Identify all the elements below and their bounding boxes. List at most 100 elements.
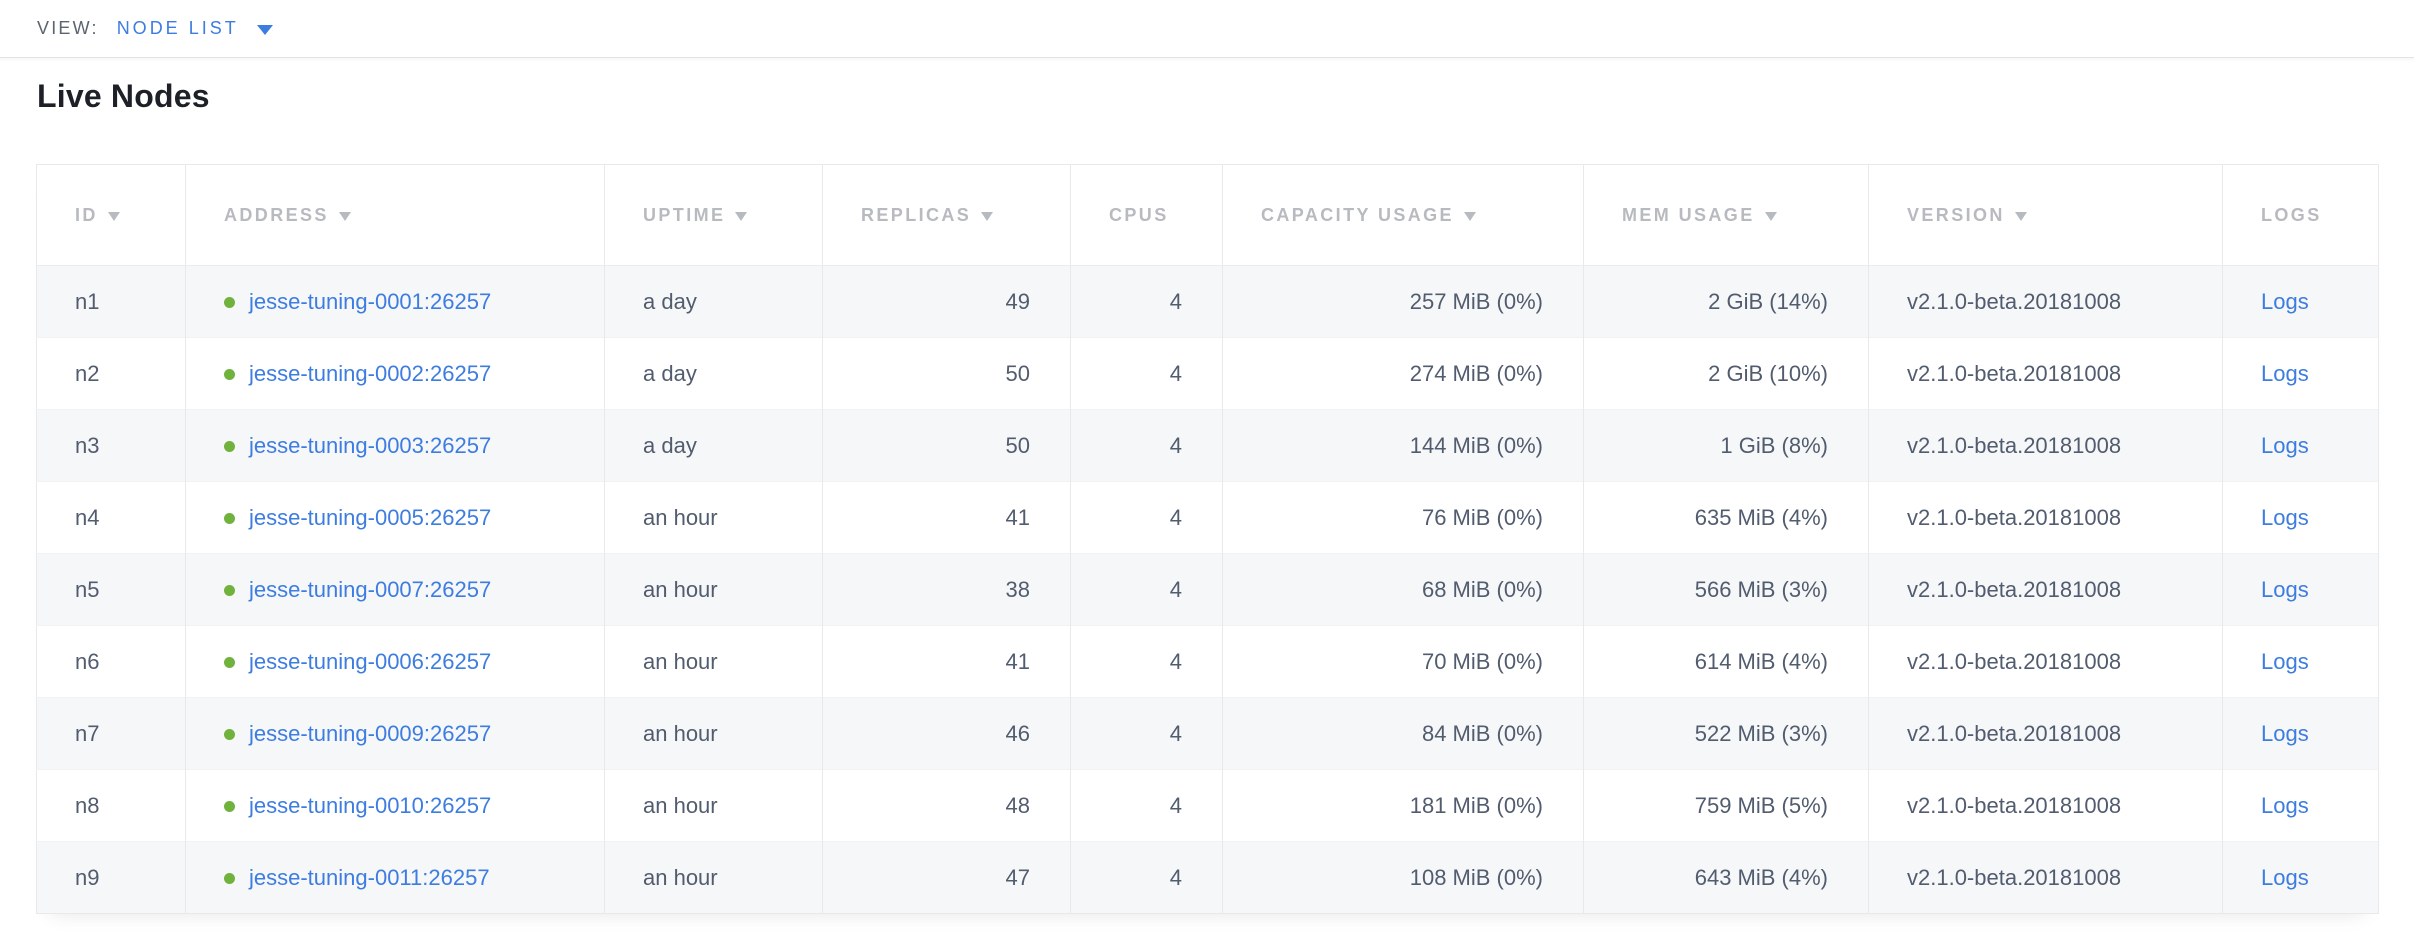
node-address-cell: jesse-tuning-0005:26257 — [186, 482, 605, 554]
column-header-id[interactable]: ID — [37, 165, 186, 266]
logs-link[interactable]: Logs — [2261, 577, 2309, 602]
column-header-label: ID — [75, 205, 98, 225]
sort-desc-icon — [1464, 212, 1476, 221]
view-label: VIEW: — [37, 18, 99, 39]
table-row: n5 jesse-tuning-0007:26257 an hour 38 4 … — [37, 554, 2379, 626]
node-mem-usage-cell: 2 GiB (14%) — [1584, 266, 1869, 338]
node-id-cell: n9 — [37, 842, 186, 914]
node-capacity-usage-cell: 84 MiB (0%) — [1223, 698, 1584, 770]
table-header-row: ID ADDRESS UPTIME REPLICASCPUS CAPACITY USAG… — [37, 165, 2379, 266]
sort-desc-icon — [735, 212, 747, 221]
node-cpus-cell: 4 — [1071, 770, 1223, 842]
node-cpus-cell: 4 — [1071, 842, 1223, 914]
node-address-link[interactable]: jesse-tuning-0010:26257 — [249, 793, 491, 818]
node-live-status-icon — [224, 369, 235, 380]
node-address-link[interactable]: jesse-tuning-0001:26257 — [249, 289, 491, 314]
node-cpus-cell: 4 — [1071, 266, 1223, 338]
node-uptime-cell: an hour — [605, 842, 823, 914]
node-address-link[interactable]: jesse-tuning-0007:26257 — [249, 577, 491, 602]
node-id-cell: n5 — [37, 554, 186, 626]
column-header-uptime[interactable]: UPTIME — [605, 165, 823, 266]
node-id-cell: n6 — [37, 626, 186, 698]
column-header-cpus: CPUS — [1071, 165, 1223, 266]
node-version-cell: v2.1.0-beta.20181008 — [1869, 482, 2223, 554]
node-uptime-cell: a day — [605, 338, 823, 410]
node-address-cell: jesse-tuning-0001:26257 — [186, 266, 605, 338]
column-header-capacity[interactable]: CAPACITY USAGE — [1223, 165, 1584, 266]
node-live-status-icon — [224, 657, 235, 668]
node-live-status-icon — [224, 585, 235, 596]
node-replicas-cell: 41 — [823, 626, 1071, 698]
node-capacity-usage-cell: 144 MiB (0%) — [1223, 410, 1584, 482]
node-mem-usage-cell: 1 GiB (8%) — [1584, 410, 1869, 482]
node-replicas-cell: 50 — [823, 338, 1071, 410]
logs-link[interactable]: Logs — [2261, 433, 2309, 458]
column-header-label: VERSION — [1907, 205, 2005, 225]
node-version-cell: v2.1.0-beta.20181008 — [1869, 410, 2223, 482]
node-address-link[interactable]: jesse-tuning-0006:26257 — [249, 649, 491, 674]
node-address-link[interactable]: jesse-tuning-0003:26257 — [249, 433, 491, 458]
node-logs-cell: Logs — [2223, 338, 2379, 410]
node-address-link[interactable]: jesse-tuning-0011:26257 — [249, 865, 490, 890]
node-id-cell: n3 — [37, 410, 186, 482]
node-logs-cell: Logs — [2223, 266, 2379, 338]
node-capacity-usage-cell: 70 MiB (0%) — [1223, 626, 1584, 698]
column-header-label: UPTIME — [643, 205, 725, 225]
node-cpus-cell: 4 — [1071, 482, 1223, 554]
node-id-cell: n4 — [37, 482, 186, 554]
logs-link[interactable]: Logs — [2261, 721, 2309, 746]
node-id-cell: n7 — [37, 698, 186, 770]
node-version-cell: v2.1.0-beta.20181008 — [1869, 626, 2223, 698]
column-header-address[interactable]: ADDRESS — [186, 165, 605, 266]
logs-link[interactable]: Logs — [2261, 649, 2309, 674]
column-header-label: MEM USAGE — [1622, 205, 1755, 225]
node-logs-cell: Logs — [2223, 770, 2379, 842]
node-logs-cell: Logs — [2223, 698, 2379, 770]
node-logs-cell: Logs — [2223, 842, 2379, 914]
node-version-cell: v2.1.0-beta.20181008 — [1869, 770, 2223, 842]
column-header-version[interactable]: VERSION — [1869, 165, 2223, 266]
logs-link[interactable]: Logs — [2261, 505, 2309, 530]
logs-link[interactable]: Logs — [2261, 865, 2309, 890]
node-live-status-icon — [224, 513, 235, 524]
logs-link[interactable]: Logs — [2261, 793, 2309, 818]
node-mem-usage-cell: 522 MiB (3%) — [1584, 698, 1869, 770]
sort-desc-icon — [2015, 212, 2027, 221]
node-version-cell: v2.1.0-beta.20181008 — [1869, 338, 2223, 410]
table-row: n7 jesse-tuning-0009:26257 an hour 46 4 … — [37, 698, 2379, 770]
node-address-link[interactable]: jesse-tuning-0005:26257 — [249, 505, 491, 530]
node-version-cell: v2.1.0-beta.20181008 — [1869, 266, 2223, 338]
sort-desc-icon — [1765, 212, 1777, 221]
node-capacity-usage-cell: 181 MiB (0%) — [1223, 770, 1584, 842]
column-header-label: CAPACITY USAGE — [1261, 205, 1454, 225]
node-mem-usage-cell: 759 MiB (5%) — [1584, 770, 1869, 842]
node-live-status-icon — [224, 441, 235, 452]
view-selected-value: NODE LIST — [117, 18, 239, 39]
logs-link[interactable]: Logs — [2261, 361, 2309, 386]
column-header-label: LOGS — [2261, 205, 2322, 225]
sort-desc-icon — [339, 212, 351, 221]
node-address-link[interactable]: jesse-tuning-0002:26257 — [249, 361, 491, 386]
node-logs-cell: Logs — [2223, 410, 2379, 482]
node-cpus-cell: 4 — [1071, 410, 1223, 482]
node-address-cell: jesse-tuning-0010:26257 — [186, 770, 605, 842]
node-address-link[interactable]: jesse-tuning-0009:26257 — [249, 721, 491, 746]
node-uptime-cell: an hour — [605, 770, 823, 842]
node-mem-usage-cell: 566 MiB (3%) — [1584, 554, 1869, 626]
node-address-cell: jesse-tuning-0006:26257 — [186, 626, 605, 698]
node-capacity-usage-cell: 68 MiB (0%) — [1223, 554, 1584, 626]
table-row: n2 jesse-tuning-0002:26257 a day 50 4 27… — [37, 338, 2379, 410]
main-content: Live Nodes IDADDRESSUPTIMEREPLICASCPUSCA… — [0, 78, 2414, 914]
node-live-status-icon — [224, 729, 235, 740]
node-capacity-usage-cell: 108 MiB (0%) — [1223, 842, 1584, 914]
node-capacity-usage-cell: 257 MiB (0%) — [1223, 266, 1584, 338]
logs-link[interactable]: Logs — [2261, 289, 2309, 314]
view-selector[interactable]: NODE LIST — [117, 18, 273, 39]
node-replicas-cell: 49 — [823, 266, 1071, 338]
column-header-mem[interactable]: MEM USAGE — [1584, 165, 1869, 266]
column-header-replicas[interactable]: REPLICAS — [823, 165, 1071, 266]
node-uptime-cell: a day — [605, 410, 823, 482]
node-replicas-cell: 41 — [823, 482, 1071, 554]
node-live-status-icon — [224, 801, 235, 812]
node-uptime-cell: an hour — [605, 482, 823, 554]
